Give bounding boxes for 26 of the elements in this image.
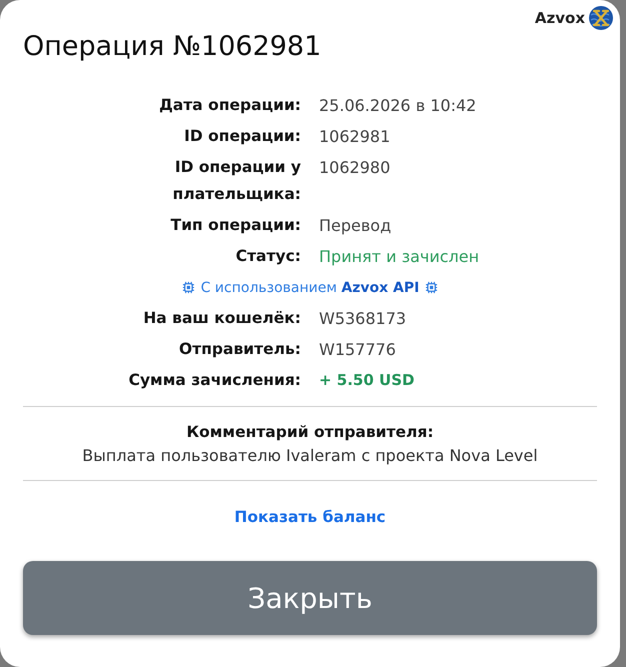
field-label: На ваш кошелёк: [143,308,301,329]
dialog-title: Операция №1062981 [23,30,322,64]
field-value: Перевод [319,215,392,237]
api-note: С использованием Azvox API [200,278,420,298]
field-label: Отправитель: [179,339,301,360]
comment-text: Выплата пользователю Ivaleram с проекта Nova Level [81,445,539,467]
comment-title: Комментарий отправителя: [185,422,435,443]
brand-name: Azvox [534,8,585,28]
field-value: W5368173 [319,308,406,330]
status-value: Принят и зачислен [319,246,480,268]
field-label: ID операции у плательщика: [172,157,301,205]
field-label: ID операции: [184,126,301,147]
amount-value: + 5.50 USD [319,370,414,391]
close-button[interactable]: Закрыть [23,561,597,635]
field-label: Сумма зачисления: [128,370,301,391]
logo-icon [589,6,613,30]
field-value: 1062980 [319,157,390,179]
field-value: 25.06.2026 в 10:42 [319,95,476,117]
show-balance-link[interactable]: Показать баланс [234,505,386,529]
field-value: 1062981 [319,126,390,148]
field-label: Тип операции: [170,215,301,236]
field-value: W157776 [319,339,396,361]
chip-icon [425,281,438,294]
field-label: Дата операции: [159,95,301,116]
field-label: Статус: [236,246,301,267]
chip-icon [182,281,195,294]
